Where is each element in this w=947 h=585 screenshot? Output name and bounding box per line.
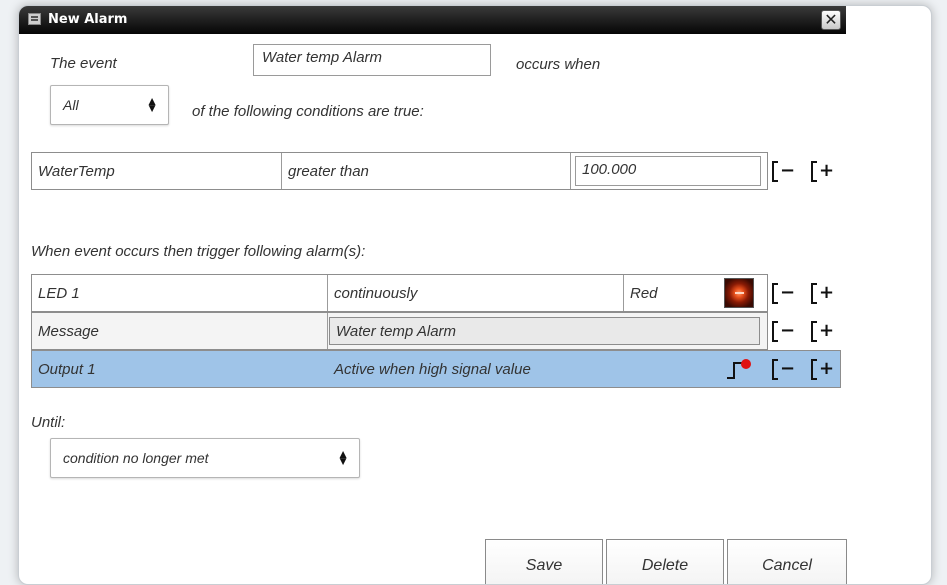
- minus-icon: −: [780, 282, 796, 303]
- condition-operator[interactable]: greater than: [282, 153, 571, 189]
- plus-icon: +: [819, 358, 835, 379]
- until-label: Until:: [31, 414, 66, 431]
- up-down-arrows-icon: ▲ ▼: [146, 94, 158, 115]
- led-red-icon: [724, 278, 754, 308]
- message-name: Message: [32, 313, 328, 349]
- remove-output-alarm-button[interactable]: −: [770, 357, 796, 383]
- window-icon: [28, 13, 41, 25]
- led-name: LED 1: [32, 275, 328, 311]
- until-value: condition no longer met: [63, 450, 209, 466]
- add-condition-button[interactable]: +: [809, 159, 835, 185]
- output-mode[interactable]: Active when high signal value: [328, 351, 688, 387]
- minus-icon: −: [780, 160, 796, 181]
- add-led-alarm-button[interactable]: +: [809, 281, 835, 307]
- event-label: The event: [50, 55, 117, 72]
- up-down-arrows-icon: ▲ ▼: [337, 447, 349, 468]
- remove-message-alarm-button[interactable]: −: [770, 319, 796, 345]
- alarms-header: When event occurs then trigger following…: [31, 243, 366, 260]
- title-bar: New Alarm ✕: [19, 6, 846, 34]
- add-message-alarm-button[interactable]: +: [809, 319, 835, 345]
- until-select[interactable]: condition no longer met ▲ ▼: [50, 438, 360, 478]
- condition-variable[interactable]: WaterTemp: [32, 153, 282, 189]
- led-mode[interactable]: continuously: [328, 275, 624, 311]
- minus-icon: −: [780, 320, 796, 341]
- condition-value-input[interactable]: 100.000: [575, 156, 761, 186]
- occurs-when-label: occurs when: [516, 56, 601, 73]
- minus-icon: −: [780, 358, 796, 379]
- save-button[interactable]: Save: [485, 539, 603, 584]
- delete-button[interactable]: Delete: [606, 539, 724, 584]
- plus-icon: +: [819, 320, 835, 341]
- plus-icon: +: [819, 160, 835, 181]
- conditions-label: of the following conditions are true:: [192, 103, 424, 120]
- output-name: Output 1: [38, 360, 96, 378]
- high-signal-icon: [727, 357, 757, 383]
- window-title: New Alarm: [48, 12, 128, 27]
- remove-led-alarm-button[interactable]: −: [770, 281, 796, 307]
- event-name-input[interactable]: Water temp Alarm: [253, 44, 491, 76]
- alarm-row-led[interactable]: LED 1 continuously Red: [31, 274, 768, 312]
- alarm-row-output[interactable]: Output 1 Active when high signal value: [31, 350, 841, 388]
- remove-condition-button[interactable]: −: [770, 159, 796, 185]
- cancel-button[interactable]: Cancel: [727, 539, 847, 584]
- close-icon: ✕: [824, 10, 838, 29]
- match-mode-select[interactable]: All ▲ ▼: [50, 85, 169, 125]
- close-button[interactable]: ✕: [821, 10, 841, 30]
- message-text-input[interactable]: Water temp Alarm: [329, 317, 760, 345]
- new-alarm-dialog: New Alarm ✕ The event Water temp Alarm o…: [18, 5, 932, 585]
- plus-icon: +: [819, 282, 835, 303]
- match-mode-value: All: [63, 97, 79, 113]
- add-output-alarm-button[interactable]: +: [809, 357, 835, 383]
